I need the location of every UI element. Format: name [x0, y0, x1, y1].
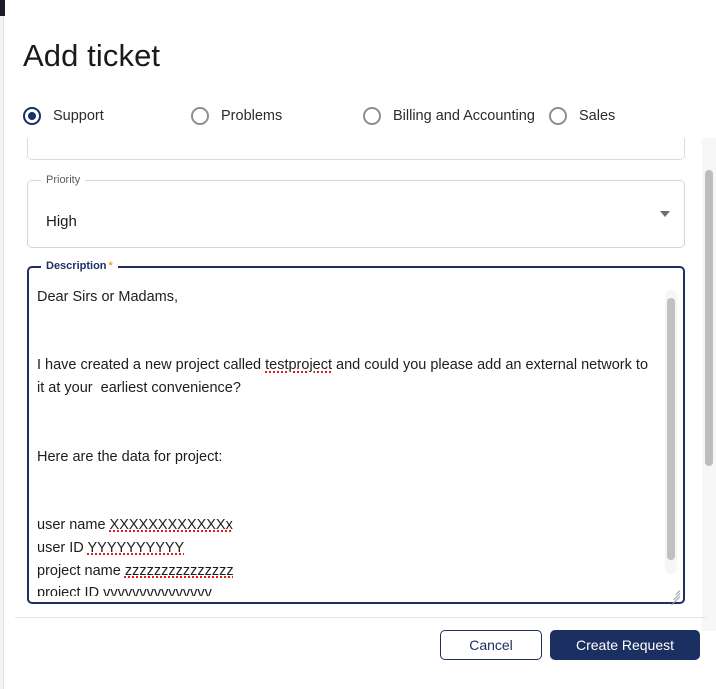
- desc-line-6-value: zzzzzzzzzzzzzzz: [124, 562, 234, 579]
- description-label: Description *: [41, 259, 118, 273]
- priority-value: High: [46, 213, 77, 230]
- description-label-text: Description: [46, 260, 107, 272]
- description-scrollbar[interactable]: [665, 290, 677, 574]
- add-ticket-dialog: Add ticket Support Problems Billing and …: [5, 0, 716, 689]
- partially-visible-field[interactable]: · · ·: [27, 138, 685, 160]
- description-textarea[interactable]: Dear Sirs or Madams, I have created a ne…: [37, 286, 661, 596]
- radio-icon: [191, 107, 209, 125]
- dialog-footer: Cancel Create Request: [5, 630, 716, 680]
- desc-line-6-label: project name: [37, 562, 125, 579]
- add-ticket-screen: Add ticket Support Problems Billing and …: [0, 0, 716, 689]
- radio-icon: [549, 107, 567, 125]
- ticket-category-radio-group: Support Problems Billing and Accounting …: [23, 103, 703, 131]
- radio-option-sales[interactable]: Sales: [549, 103, 615, 129]
- desc-misspelled-word: testproject: [265, 357, 333, 374]
- page-scrollbar[interactable]: [702, 138, 716, 631]
- desc-line-3: Here are the data for project:: [37, 448, 223, 465]
- required-asterisk: *: [108, 260, 113, 272]
- radio-label: Support: [53, 108, 104, 124]
- radio-label: Problems: [221, 108, 283, 124]
- desc-line-4-label: user name: [37, 516, 110, 533]
- radio-option-support[interactable]: Support: [23, 103, 104, 129]
- radio-label: Billing and Accounting: [393, 108, 535, 124]
- desc-line-5-label: user ID: [37, 539, 88, 556]
- description-field[interactable]: Description * Dear Sirs or Madams, I have…: [27, 259, 685, 606]
- form-scroll-region: · · · Priority High Description* Dear Si…: [15, 138, 706, 615]
- resize-handle-icon[interactable]: [666, 585, 681, 606]
- cancel-button[interactable]: Cancel: [440, 630, 542, 660]
- radio-option-problems[interactable]: Problems: [191, 103, 282, 129]
- radio-icon: [23, 107, 41, 125]
- create-request-button[interactable]: Create Request: [550, 630, 700, 660]
- radio-label: Sales: [579, 108, 616, 124]
- page-title: Add ticket: [23, 38, 161, 73]
- page-scrollbar-thumb[interactable]: [705, 170, 713, 466]
- desc-line-7-value: vvvvvvvvvvvvvvv: [103, 585, 212, 596]
- desc-line-1: Dear Sirs or Madams,: [37, 289, 179, 305]
- priority-select[interactable]: Priority High: [27, 173, 685, 248]
- chevron-down-icon[interactable]: [660, 211, 670, 217]
- desc-line-2-prefix: I have created a new project called: [37, 357, 266, 374]
- description-scrollbar-thumb[interactable]: [667, 298, 675, 560]
- desc-line-7-label: project ID: [37, 585, 104, 596]
- priority-label: Priority: [41, 173, 86, 187]
- radio-option-billing-and-accounting[interactable]: Billing and Accounting: [363, 103, 535, 129]
- footer-divider: [15, 617, 706, 618]
- radio-icon: [363, 107, 381, 125]
- desc-line-4-value: XXXXXXXXXXXXx: [109, 516, 233, 533]
- window-edge-gutter: [0, 16, 4, 689]
- desc-line-5-value: YYYYYYYYYY: [87, 539, 185, 556]
